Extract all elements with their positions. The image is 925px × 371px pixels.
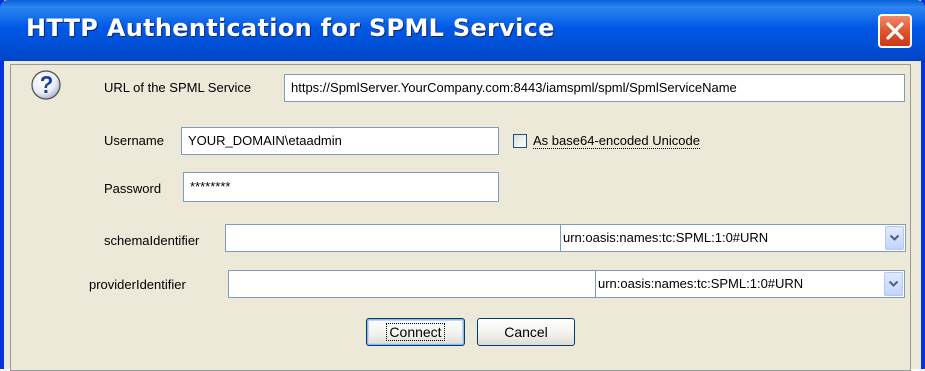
chevron-down-icon — [889, 234, 900, 241]
provider-type-value: urn:oasis:names:tc:SPML:1:0#URN — [598, 276, 804, 291]
dialog-content: URL of the SPML Service https://SpmlServ… — [4, 61, 921, 371]
schema-identifier-input[interactable] — [225, 224, 561, 252]
schema-type-value: urn:oasis:names:tc:SPML:1:0#URN — [563, 230, 769, 245]
connect-button-label: Connect — [386, 323, 445, 341]
provider-identifier-input[interactable] — [228, 270, 596, 298]
schema-identifier-label: schemaIdentifier — [104, 233, 200, 248]
close-button[interactable] — [878, 14, 912, 48]
password-label: Password — [104, 181, 162, 196]
form-panel: URL of the SPML Service https://SpmlServ… — [10, 64, 911, 371]
username-input[interactable]: YOUR_DOMAIN\etaadmin — [181, 127, 499, 155]
window-title: HTTP Authentication for SPML Service — [26, 14, 555, 42]
chevron-down-icon — [888, 280, 899, 287]
base64-label[interactable]: As base64-encoded Unicode — [533, 133, 700, 149]
question-icon — [31, 70, 61, 100]
provider-type-select[interactable]: urn:oasis:names:tc:SPML:1:0#URN — [595, 270, 905, 298]
dialog-window: HTTP Authentication for SPML Service URL… — [0, 0, 925, 371]
title-bar[interactable]: HTTP Authentication for SPML Service — [0, 0, 925, 61]
close-icon — [886, 22, 904, 40]
provider-identifier-label: providerIdentifier — [89, 277, 186, 292]
base64-checkbox[interactable] — [513, 134, 527, 148]
schema-type-select[interactable]: urn:oasis:names:tc:SPML:1:0#URN — [560, 224, 906, 252]
connect-button[interactable]: Connect — [366, 318, 465, 346]
username-label: Username — [104, 133, 164, 148]
password-input[interactable]: ******** — [183, 172, 499, 202]
schema-dropdown-button[interactable] — [885, 226, 904, 250]
cancel-button[interactable]: Cancel — [477, 318, 575, 346]
url-label: URL of the SPML Service — [104, 80, 252, 95]
provider-dropdown-button[interactable] — [884, 272, 903, 296]
url-input[interactable]: https://SpmlServer.YourCompany.com:8443/… — [284, 74, 905, 102]
